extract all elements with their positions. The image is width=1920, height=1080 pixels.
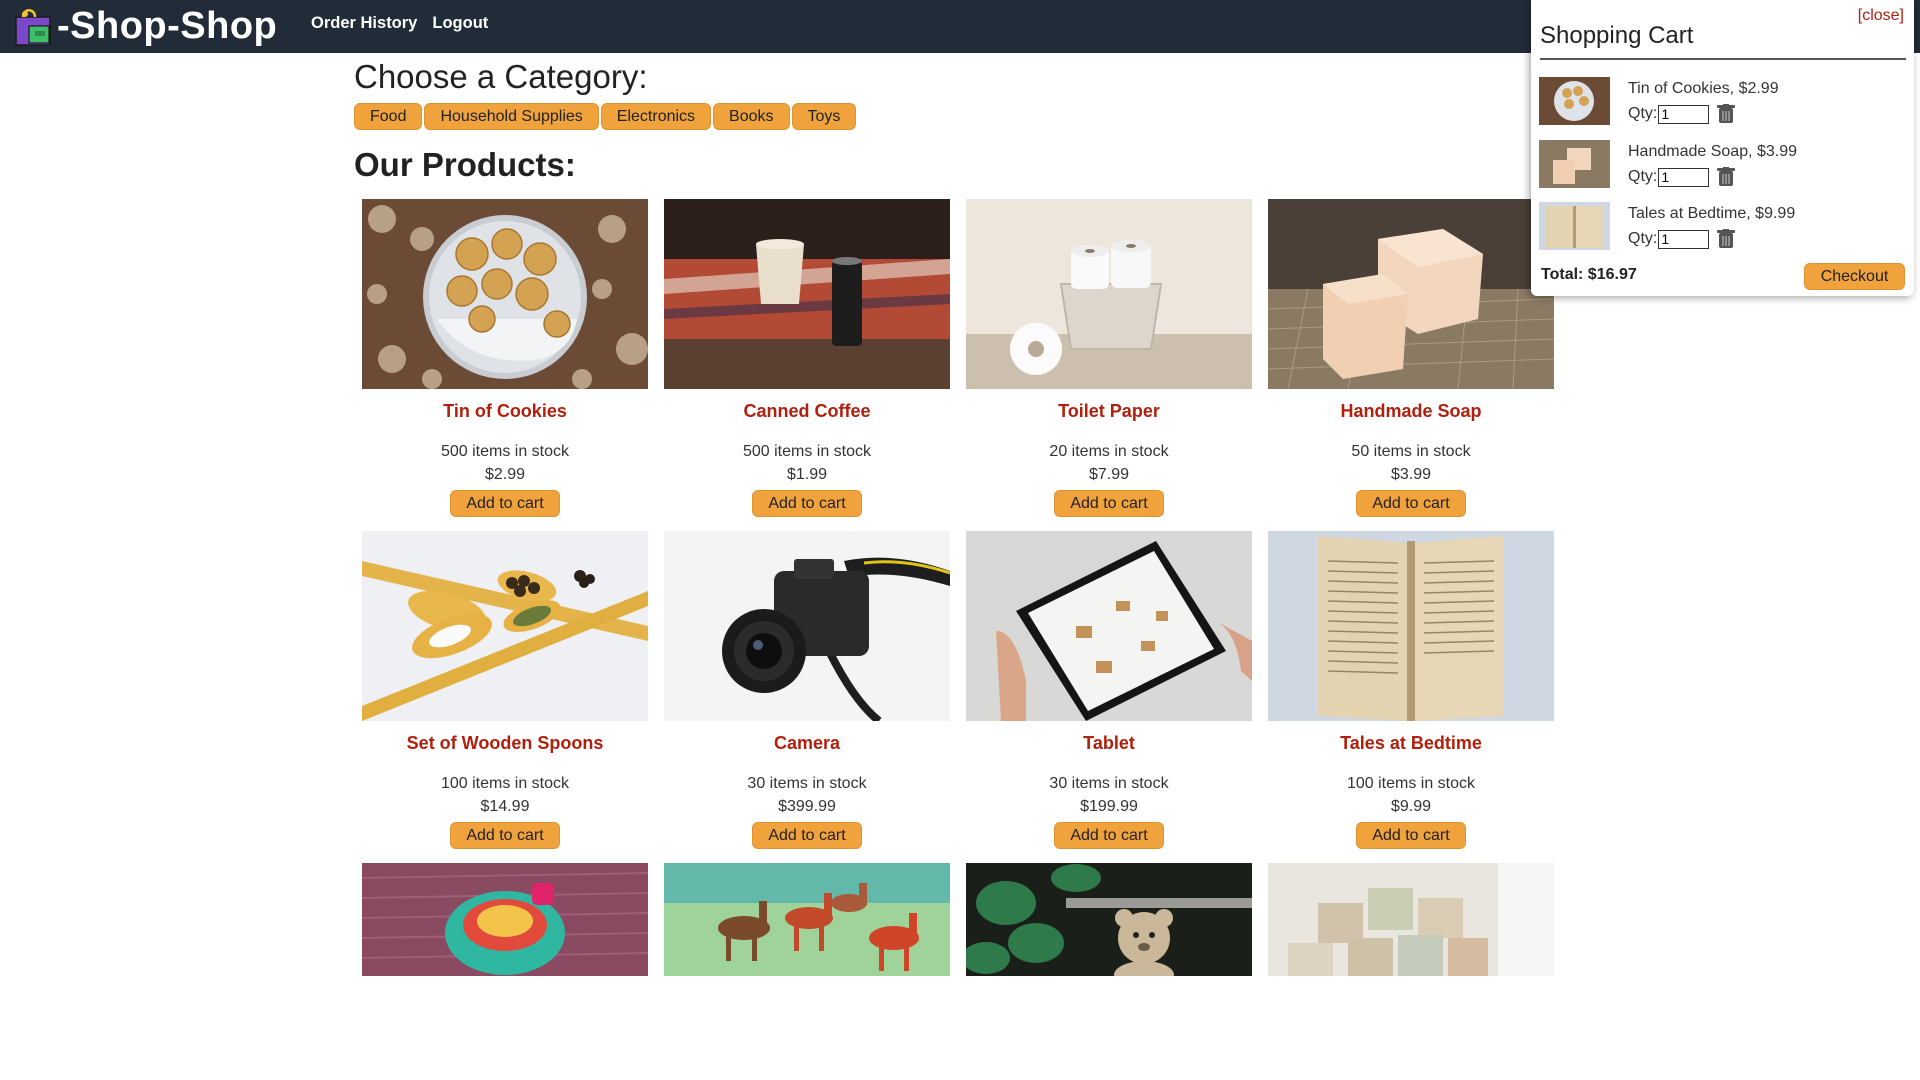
- trash-icon[interactable]: [1717, 229, 1736, 249]
- product-card: [664, 863, 950, 976]
- product-image-cookies[interactable]: [362, 199, 648, 389]
- product-image-tablet[interactable]: [966, 531, 1252, 721]
- product-stock: 500 items in stock: [440, 443, 570, 460]
- category-button-food[interactable]: Food: [354, 103, 423, 130]
- product-image-spoons[interactable]: [362, 531, 648, 721]
- product-name-link[interactable]: Toilet Paper: [966, 399, 1252, 423]
- product-price: $7.99: [1088, 466, 1130, 483]
- qty-input[interactable]: [1658, 104, 1710, 124]
- cart-item-image-soap: [1539, 140, 1610, 188]
- product-card: Handmade Soap 50 items in stock $3.99 Ad…: [1268, 199, 1554, 517]
- cart-total: Total: $16.97: [1541, 266, 1637, 283]
- category-button-toys[interactable]: Toys: [791, 103, 857, 130]
- shopping-cart-panel: [close] Shopping Cart Tin of Cookies, $2…: [1531, 0, 1914, 296]
- product-image-toy-horses[interactable]: [664, 863, 950, 976]
- product-image-alphabet-blocks[interactable]: [1268, 863, 1554, 976]
- cart-divider: [1540, 58, 1906, 60]
- cart-item: Tales at Bedtime, $9.99 Qty:: [1539, 202, 1909, 252]
- product-image-coffee[interactable]: [664, 199, 950, 389]
- cart-close-link[interactable]: [close]: [1858, 7, 1904, 25]
- product-name-link[interactable]: Handmade Soap: [1268, 399, 1554, 423]
- product-card: [1268, 863, 1554, 976]
- product-price: $14.99: [480, 798, 530, 815]
- trash-icon[interactable]: [1717, 104, 1736, 124]
- add-to-cart-button[interactable]: Add to cart: [752, 822, 862, 849]
- add-to-cart-button[interactable]: Add to cart: [1054, 490, 1164, 517]
- product-stock: 500 items in stock: [742, 443, 872, 460]
- product-stock: 50 items in stock: [1351, 443, 1471, 460]
- cart-item-label: Handmade Soap, $3.99: [1628, 143, 1798, 160]
- product-price: $399.99: [778, 798, 836, 815]
- product-name-link[interactable]: Set of Wooden Spoons: [362, 731, 648, 755]
- cart-item-qty-row: Qty:: [1628, 167, 1736, 187]
- shopping-bag-icon: [15, 9, 51, 46]
- trash-icon[interactable]: [1717, 167, 1736, 187]
- cart-item-qty-row: Qty:: [1628, 104, 1736, 124]
- product-name-link[interactable]: Tales at Bedtime: [1268, 731, 1554, 755]
- category-button-books[interactable]: Books: [713, 103, 790, 130]
- checkout-button[interactable]: Checkout: [1804, 263, 1905, 290]
- product-image-soap[interactable]: [1268, 199, 1554, 389]
- add-to-cart-button[interactable]: Add to cart: [450, 490, 560, 517]
- product-stock: 30 items in stock: [1049, 775, 1169, 792]
- cart-item-label: Tales at Bedtime, $9.99: [1628, 205, 1796, 222]
- product-image-teddy-bear[interactable]: [966, 863, 1252, 976]
- product-card: [362, 863, 648, 976]
- product-card: Set of Wooden Spoons 100 items in stock …: [362, 531, 648, 849]
- product-name-link[interactable]: Tin of Cookies: [362, 399, 648, 423]
- qty-label: Qty:: [1628, 230, 1658, 247]
- category-button-electronics[interactable]: Electronics: [600, 103, 712, 130]
- logout-link[interactable]: Logout: [432, 14, 488, 33]
- product-card: Camera 30 items in stock $399.99 Add to …: [664, 531, 950, 849]
- product-price: $9.99: [1390, 798, 1432, 815]
- product-price: $3.99: [1390, 466, 1432, 483]
- product-card: Tablet 30 items in stock $199.99 Add to …: [966, 531, 1252, 849]
- product-name-link[interactable]: Camera: [664, 731, 950, 755]
- product-price: $1.99: [786, 466, 828, 483]
- product-card: Tales at Bedtime 100 items in stock $9.9…: [1268, 531, 1554, 849]
- qty-input[interactable]: [1658, 167, 1710, 187]
- product-stock: 30 items in stock: [747, 775, 867, 792]
- add-to-cart-button[interactable]: Add to cart: [752, 490, 862, 517]
- product-card: Canned Coffee 500 items in stock $1.99 A…: [664, 199, 950, 517]
- cart-item: Tin of Cookies, $2.99 Qty:: [1539, 77, 1909, 127]
- category-heading: Choose a Category:: [354, 58, 648, 95]
- products-heading: Our Products:: [354, 146, 576, 183]
- cart-item-qty-row: Qty:: [1628, 229, 1736, 249]
- product-image-camera[interactable]: [664, 531, 950, 721]
- cart-title: Shopping Cart: [1540, 22, 1694, 49]
- qty-input[interactable]: [1658, 229, 1710, 249]
- product-card: Toilet Paper 20 items in stock $7.99 Add…: [966, 199, 1252, 517]
- qty-label: Qty:: [1628, 168, 1658, 185]
- brand[interactable]: -Shop-Shop: [13, 4, 277, 48]
- add-to-cart-button[interactable]: Add to cart: [1356, 490, 1466, 517]
- add-to-cart-button[interactable]: Add to cart: [1054, 822, 1164, 849]
- cart-item-label: Tin of Cookies, $2.99: [1628, 80, 1779, 97]
- product-price: $2.99: [484, 466, 526, 483]
- category-button-household-supplies[interactable]: Household Supplies: [424, 103, 599, 130]
- add-to-cart-button[interactable]: Add to cart: [1356, 822, 1466, 849]
- product-stock: 100 items in stock: [440, 775, 570, 792]
- add-to-cart-button[interactable]: Add to cart: [450, 822, 560, 849]
- product-price: $199.99: [1080, 798, 1138, 815]
- category-list: Food Household Supplies Electronics Book…: [354, 103, 857, 130]
- product-image-toilet-paper[interactable]: [966, 199, 1252, 389]
- cart-item-image-cookies: [1539, 77, 1610, 125]
- qty-label: Qty:: [1628, 105, 1658, 122]
- product-image-book[interactable]: [1268, 531, 1554, 721]
- order-history-link[interactable]: Order History: [311, 14, 417, 33]
- product-card: [966, 863, 1252, 976]
- cart-item-image-book: [1539, 202, 1610, 250]
- product-name-link[interactable]: Tablet: [966, 731, 1252, 755]
- brand-title: -Shop-Shop: [57, 4, 278, 47]
- product-stock: 20 items in stock: [1049, 443, 1169, 460]
- product-name-link[interactable]: Canned Coffee: [664, 399, 950, 423]
- product-card: Tin of Cookies 500 items in stock $2.99 …: [362, 199, 648, 517]
- cart-item: Handmade Soap, $3.99 Qty:: [1539, 140, 1909, 190]
- product-image-spinning-top[interactable]: [362, 863, 648, 976]
- product-stock: 100 items in stock: [1346, 775, 1476, 792]
- main-nav: Order History Logout: [311, 14, 488, 33]
